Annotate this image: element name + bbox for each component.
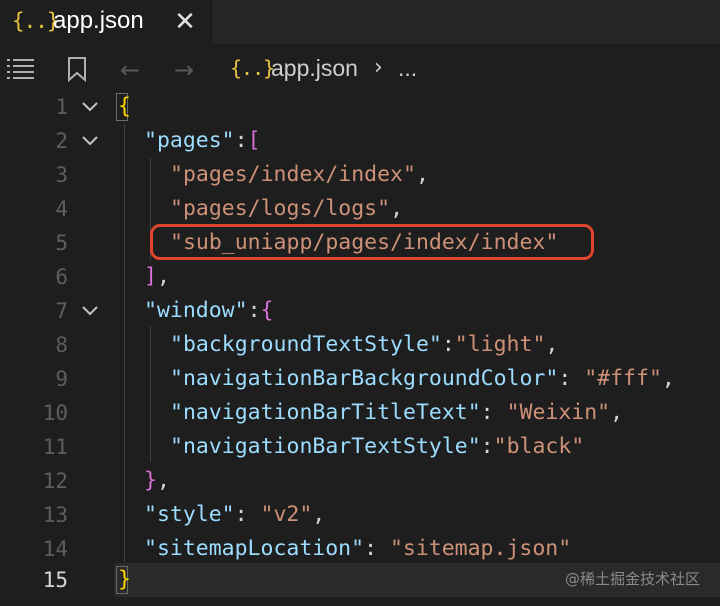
code-line: 2 "pages":[ — [0, 124, 720, 158]
code-line: 10 "navigationBarTitleText": "Weixin", — [0, 396, 720, 430]
json-string: "pages/index/index" — [170, 162, 416, 187]
comma: , — [661, 366, 675, 391]
line-number: 8 — [55, 333, 68, 357]
breadcrumb-file[interactable]: app.json — [271, 55, 358, 82]
json-key: "navigationBarBackgroundColor" — [170, 366, 559, 391]
brace-open: { — [118, 94, 131, 119]
json-braces-icon: {..} — [230, 56, 275, 80]
colon: : — [234, 128, 248, 153]
line-number: 10 — [42, 401, 68, 425]
annotation-highlight-box — [150, 224, 594, 260]
comma: , — [415, 162, 429, 187]
brace-close: } — [118, 567, 131, 592]
line-number: 11 — [42, 435, 68, 459]
line-number: 7 — [55, 299, 68, 323]
comma: , — [545, 332, 559, 357]
code-line: 11 "navigationBarTextStyle":"black" — [0, 430, 720, 464]
brace: { — [260, 298, 274, 323]
line-number: 5 — [55, 231, 68, 255]
close-icon[interactable]: ✕ — [170, 7, 200, 37]
comma: , — [610, 400, 624, 425]
breadcrumb-separator: › — [374, 55, 383, 80]
line-number: 3 — [55, 163, 68, 187]
json-key: "navigationBarTextStyle" — [170, 434, 481, 459]
code-editor[interactable]: 1 { 2 "pages":[ 3 "pages/index/index", 4… — [0, 90, 720, 606]
code-line: 1 { — [0, 90, 720, 124]
comma: , — [156, 468, 170, 493]
json-string: "v2" — [260, 502, 313, 527]
colon: : — [247, 298, 261, 323]
colon: : — [480, 434, 494, 459]
colon: : — [364, 536, 390, 561]
bracket: [ — [247, 128, 261, 153]
code-line: 12 }, — [0, 464, 720, 498]
json-key: "pages" — [144, 128, 235, 153]
arrow-left-icon[interactable]: ← — [120, 56, 140, 84]
tab-bar: {..} app.json ✕ — [0, 0, 720, 44]
json-key: "backgroundTextStyle" — [170, 332, 442, 357]
tab-app-json[interactable]: {..} app.json ✕ — [0, 0, 214, 44]
comma: , — [312, 502, 326, 527]
json-key: "style" — [144, 502, 235, 527]
code-line: 8 "backgroundTextStyle":"light", — [0, 328, 720, 362]
line-number: 14 — [42, 537, 68, 561]
watermark: @稀土掘金技术社区 — [565, 570, 701, 588]
line-number: 15 — [42, 568, 68, 592]
json-string: "Weixin" — [506, 400, 611, 425]
code-line: 13 "style": "v2", — [0, 498, 720, 532]
code-line: 14 "sitemapLocation": "sitemap.json" — [0, 532, 720, 566]
line-number: 2 — [55, 129, 68, 153]
colon: : — [441, 332, 455, 357]
code-line: 4 "pages/logs/logs", — [0, 192, 720, 226]
breadcrumb: ← → — [0, 44, 720, 94]
json-key: "sitemapLocation" — [144, 536, 365, 561]
code-line: 7 "window":{ — [0, 294, 720, 328]
chevron-down-icon[interactable] — [80, 99, 100, 115]
code-line: 9 "navigationBarBackgroundColor": "#fff"… — [0, 362, 720, 396]
arrow-right-icon[interactable]: → — [174, 56, 194, 84]
chevron-down-icon[interactable] — [80, 303, 100, 319]
json-string: "#fff" — [584, 366, 662, 391]
tab-title: app.json — [53, 7, 144, 34]
code-line: 6 ], — [0, 260, 720, 294]
breadcrumb-more[interactable]: ... — [398, 55, 417, 82]
line-number: 6 — [55, 265, 68, 289]
json-braces-icon: {..} — [12, 9, 60, 33]
json-string: "sitemap.json" — [389, 536, 572, 561]
colon: : — [558, 366, 585, 391]
bookmark-icon[interactable] — [66, 56, 88, 82]
json-string: "pages/logs/logs" — [170, 196, 391, 221]
json-string: "light" — [454, 332, 546, 357]
json-key: "navigationBarTitleText" — [170, 400, 481, 425]
line-number: 1 — [55, 95, 68, 119]
chevron-down-icon[interactable] — [80, 133, 100, 149]
outline-list-icon[interactable] — [6, 56, 36, 80]
line-number: 12 — [42, 469, 68, 493]
json-key: "window" — [144, 298, 248, 323]
comma: , — [156, 264, 170, 289]
json-string: "black" — [493, 434, 585, 459]
line-number: 13 — [42, 503, 68, 527]
comma: , — [390, 196, 404, 221]
line-number: 9 — [55, 367, 68, 391]
code-line: 3 "pages/index/index", — [0, 158, 720, 192]
line-number: 4 — [55, 197, 68, 221]
colon: : — [234, 502, 261, 527]
brace: } — [144, 468, 157, 493]
colon: : — [480, 400, 507, 425]
bracket: ] — [144, 264, 157, 289]
